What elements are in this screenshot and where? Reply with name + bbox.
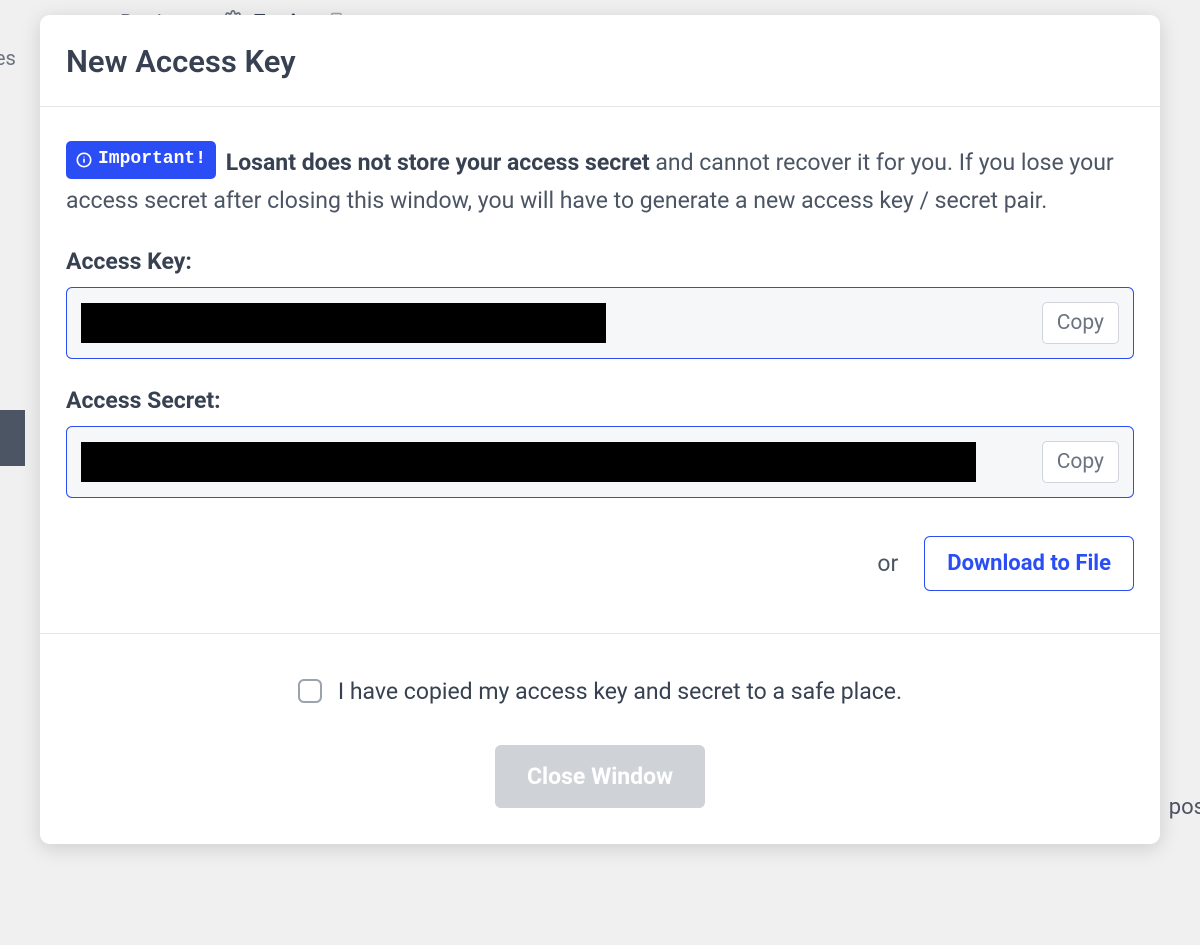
access-key-value-redacted — [81, 303, 606, 343]
access-key-label: Access Key: — [66, 248, 1134, 275]
modal-title: New Access Key — [66, 43, 1134, 80]
download-to-file-button[interactable]: Download to File — [924, 536, 1134, 591]
download-row: or Download to File — [66, 536, 1134, 591]
info-icon — [76, 152, 92, 168]
important-bold-text: Losant does not store your access secret — [226, 149, 650, 176]
access-secret-value-redacted — [81, 442, 976, 482]
confirm-row: I have copied my access key and secret t… — [66, 678, 1134, 705]
confirm-checkbox[interactable] — [298, 679, 322, 703]
new-access-key-modal: New Access Key Important! Losant does no… — [40, 15, 1160, 844]
modal-header: New Access Key — [40, 15, 1160, 107]
important-badge-text: Important! — [98, 145, 206, 175]
copy-access-secret-button[interactable]: Copy — [1042, 441, 1119, 483]
modal-footer: I have copied my access key and secret t… — [40, 633, 1160, 844]
access-secret-group: Access Secret: Copy — [66, 387, 1134, 498]
or-text: or — [877, 550, 898, 577]
confirm-label[interactable]: I have copied my access key and secret t… — [338, 678, 902, 705]
modal-overlay: New Access Key Important! Losant does no… — [0, 0, 1200, 945]
access-key-group: Access Key: Copy — [66, 248, 1134, 359]
access-key-field: Copy — [66, 287, 1134, 359]
copy-access-key-button[interactable]: Copy — [1042, 302, 1119, 344]
modal-body: Important! Losant does not store your ac… — [40, 107, 1160, 633]
important-badge: Important! — [66, 141, 216, 179]
important-notice: Important! Losant does not store your ac… — [66, 141, 1134, 220]
access-secret-label: Access Secret: — [66, 387, 1134, 414]
close-window-button[interactable]: Close Window — [495, 745, 705, 808]
access-secret-field: Copy — [66, 426, 1134, 498]
